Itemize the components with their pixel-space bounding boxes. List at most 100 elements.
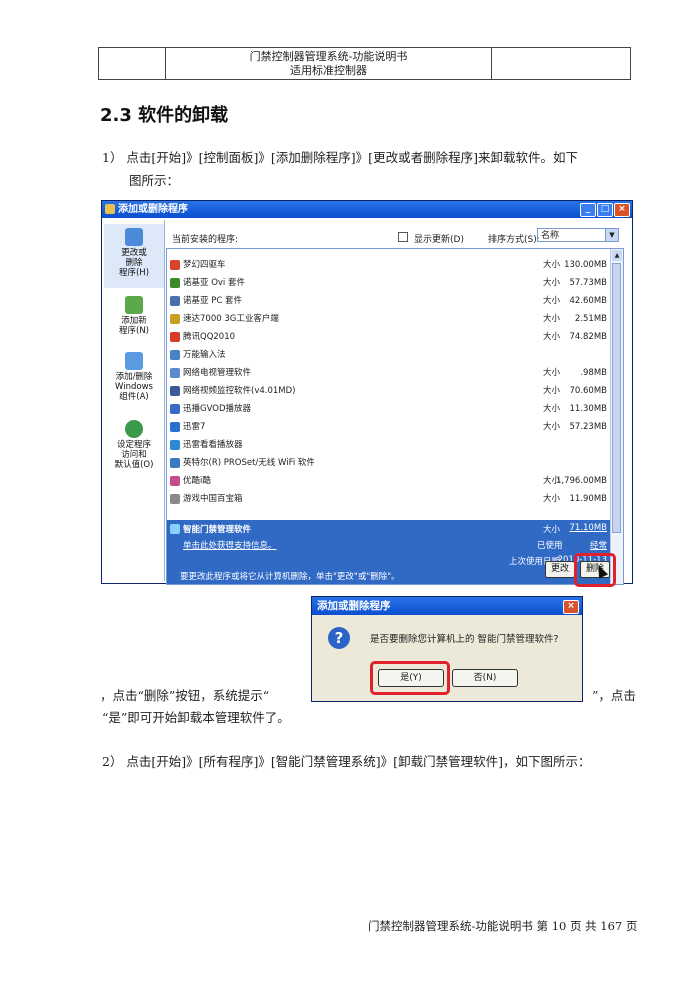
sidebar-item-change-remove[interactable]: 更改或 删除 程序(H) — [104, 224, 164, 288]
program-row[interactable]: 网络电视管理软件 大小 .98MB — [167, 364, 610, 382]
selected-program-name: 智能门禁管理软件 — [183, 525, 252, 535]
selected-size-label: 大小 — [543, 525, 561, 535]
windows-components-icon — [125, 352, 143, 370]
sort-value: 名称 — [541, 231, 560, 241]
selected-program-row[interactable]: 智能门禁管理软件 单击此处获得支持信息。 大小 71.10MB 已使用 经常 上… — [167, 520, 610, 584]
size-label: 大小 — [543, 494, 561, 504]
program-name: 万能输入法 — [183, 350, 226, 360]
no-button[interactable]: 否(N) — [452, 669, 518, 687]
program-row[interactable]: 游戏中国百宝箱 大小 11.90MB — [167, 490, 610, 508]
scroll-up-icon[interactable]: ▲ — [612, 250, 622, 261]
change-remove-note: 要更改此程序或将它从计算机删除，单击"更改"或"删除"。 — [180, 572, 400, 582]
close-button[interactable]: × — [614, 203, 630, 217]
step1-text: 1） 点击[开始]》[控制面板]》[添加删除程序]》[更改或者删除程序]来卸载软… — [102, 150, 578, 165]
scroll-thumb[interactable] — [612, 263, 621, 533]
minimize-button[interactable]: _ — [580, 203, 596, 217]
app-icon — [105, 204, 115, 214]
program-row[interactable]: 腾讯QQ2010 大小 74.82MB — [167, 328, 610, 346]
sidebar-item-label: 添加新 程序(N) — [119, 316, 149, 336]
program-icon — [170, 296, 180, 306]
sidebar-item-program-defaults[interactable]: 设定程序 访问和 默认值(O) — [104, 416, 164, 480]
program-name: 迅雷看看播放器 — [183, 440, 243, 450]
dialog-titlebar: 添加或删除程序 × — [312, 597, 582, 615]
program-row[interactable]: 诺基亚 PC 套件 大小 42.60MB — [167, 292, 610, 310]
selected-size-value[interactable]: 71.10MB — [570, 523, 608, 533]
program-icon — [170, 524, 180, 534]
sidebar-item-label: 设定程序 访问和 默认值(O) — [114, 440, 154, 470]
program-row[interactable]: 梦幻四驱车 大小 130.00MB — [167, 256, 610, 274]
header-center-cell: 门禁控制器管理系统-功能说明书 适用标准控制器 — [165, 47, 492, 80]
program-name: 优酷i酷 — [183, 476, 211, 486]
show-updates-checkbox[interactable] — [398, 232, 408, 242]
program-name: 游戏中国百宝箱 — [183, 494, 243, 504]
chevron-down-icon: ▼ — [605, 229, 618, 241]
size-label: 大小 — [543, 314, 561, 324]
current-programs-label: 当前安装的程序: — [172, 235, 239, 245]
maximize-button[interactable]: □ — [597, 203, 613, 217]
show-updates-label: 显示更新(D) — [414, 235, 464, 245]
program-icon — [170, 404, 180, 414]
dialog-close-button[interactable]: × — [563, 600, 579, 614]
program-pane: 当前安装的程序: 显示更新(D) 排序方式(S): 名称 ▼ 梦幻四驱车 大小 13… — [166, 220, 630, 587]
add-remove-window: 添加或删除程序 _ □ × 更改或 删除 程序(H) 添加新 程序(N) 添加/… — [101, 200, 633, 587]
size-value: 57.23MB — [569, 422, 608, 432]
section-title: 2.3 软件的卸载 — [100, 105, 229, 126]
page-footer: 门禁控制器管理系统-功能说明书 第 10 页 共 167 页 — [368, 919, 638, 933]
program-row[interactable]: 万能输入法 — [167, 346, 610, 364]
program-row[interactable]: 迅雷7 大小 57.23MB — [167, 418, 610, 436]
program-list: 梦幻四驱车 大小 130.00MB 诺基亚 Ovi 套件 大小 57.73MB 诺基亚 PC… — [166, 248, 624, 585]
header-line1: 门禁控制器管理系统-功能说明书 — [249, 49, 408, 63]
sidebar-item-label: 添加/删除 Windows 组件(A) — [115, 372, 153, 402]
used-value[interactable]: 经常 — [590, 539, 607, 551]
program-icon — [170, 314, 180, 324]
program-row[interactable]: 优酷i酷 大小 1,796.00MB — [167, 472, 610, 490]
size-value: 11.30MB — [569, 404, 608, 414]
support-info-link[interactable]: 单击此处获得支持信息。 — [183, 539, 277, 551]
program-row[interactable]: 迅播GVOD播放器 大小 11.30MB — [167, 400, 610, 418]
program-name: 腾讯QQ2010 — [183, 332, 236, 342]
step1-result-after: ”，点击 — [592, 688, 636, 703]
vertical-scrollbar[interactable]: ▲ — [610, 249, 623, 584]
size-value: 57.73MB — [569, 278, 608, 288]
program-icon — [170, 278, 180, 288]
header-line2: 适用标准控制器 — [290, 63, 367, 77]
program-icon — [170, 458, 180, 468]
size-label: 大小 — [543, 332, 561, 342]
confirm-dialog: 添加或删除程序 × ? 是否要删除您计算机上的 智能门禁管理软件? 是(Y) 否… — [311, 596, 583, 702]
add-program-icon — [125, 296, 143, 314]
window-titlebar: 添加或删除程序 _ □ × — [102, 201, 632, 218]
sidebar-item-label: 更改或 删除 程序(H) — [118, 248, 150, 278]
program-icon — [170, 260, 180, 270]
header-left-cell — [98, 47, 166, 80]
size-label: 大小 — [543, 386, 561, 396]
program-icon — [170, 476, 180, 486]
dialog-title: 添加或删除程序 — [317, 600, 391, 612]
sort-select[interactable]: 名称 ▼ — [537, 228, 619, 242]
size-value: 42.60MB — [569, 296, 608, 306]
sidebar-item-windows-components[interactable]: 添加/删除 Windows 组件(A) — [104, 348, 164, 412]
size-label: 大小 — [543, 278, 561, 288]
program-row[interactable]: 迅雷看看播放器 — [167, 436, 610, 454]
program-name: 迅播GVOD播放器 — [183, 404, 251, 414]
sidebar-item-add-new[interactable]: 添加新 程序(N) — [104, 292, 164, 346]
program-row[interactable]: 速达7000 3G工业客户端 大小 2.51MB — [167, 310, 610, 328]
program-name: 诺基亚 PC 套件 — [183, 296, 242, 306]
program-row[interactable]: 网络视频监控软件(v4.01MD) 大小 70.60MB — [167, 382, 610, 400]
program-name: 速达7000 3G工业客户端 — [183, 314, 279, 324]
size-value: 130.00MB — [564, 260, 607, 270]
task-sidebar: 更改或 删除 程序(H) 添加新 程序(N) 添加/删除 Windows 组件(… — [104, 220, 165, 581]
change-button[interactable]: 更改 — [545, 561, 575, 578]
program-icon — [170, 332, 180, 342]
program-row[interactable]: 诺基亚 Ovi 套件 大小 57.73MB — [167, 274, 610, 292]
size-value: 1,796.00MB — [555, 476, 607, 486]
program-name: 网络电视管理软件 — [183, 368, 252, 378]
size-label: 大小 — [543, 368, 561, 378]
header-right-cell — [491, 47, 631, 80]
program-name: 网络视频监控软件(v4.01MD) — [183, 386, 296, 396]
question-icon: ? — [328, 627, 350, 649]
size-label: 大小 — [543, 404, 561, 414]
dialog-message: 是否要删除您计算机上的 智能门禁管理软件? — [370, 634, 559, 645]
page-header: 门禁控制器管理系统-功能说明书 适用标准控制器 — [98, 47, 631, 80]
program-row[interactable]: 英特尔(R) PROSet/无线 WiFi 软件 — [167, 454, 610, 472]
step1-result-before: ，点击“删除”按钮，系统提示“ — [100, 688, 270, 703]
